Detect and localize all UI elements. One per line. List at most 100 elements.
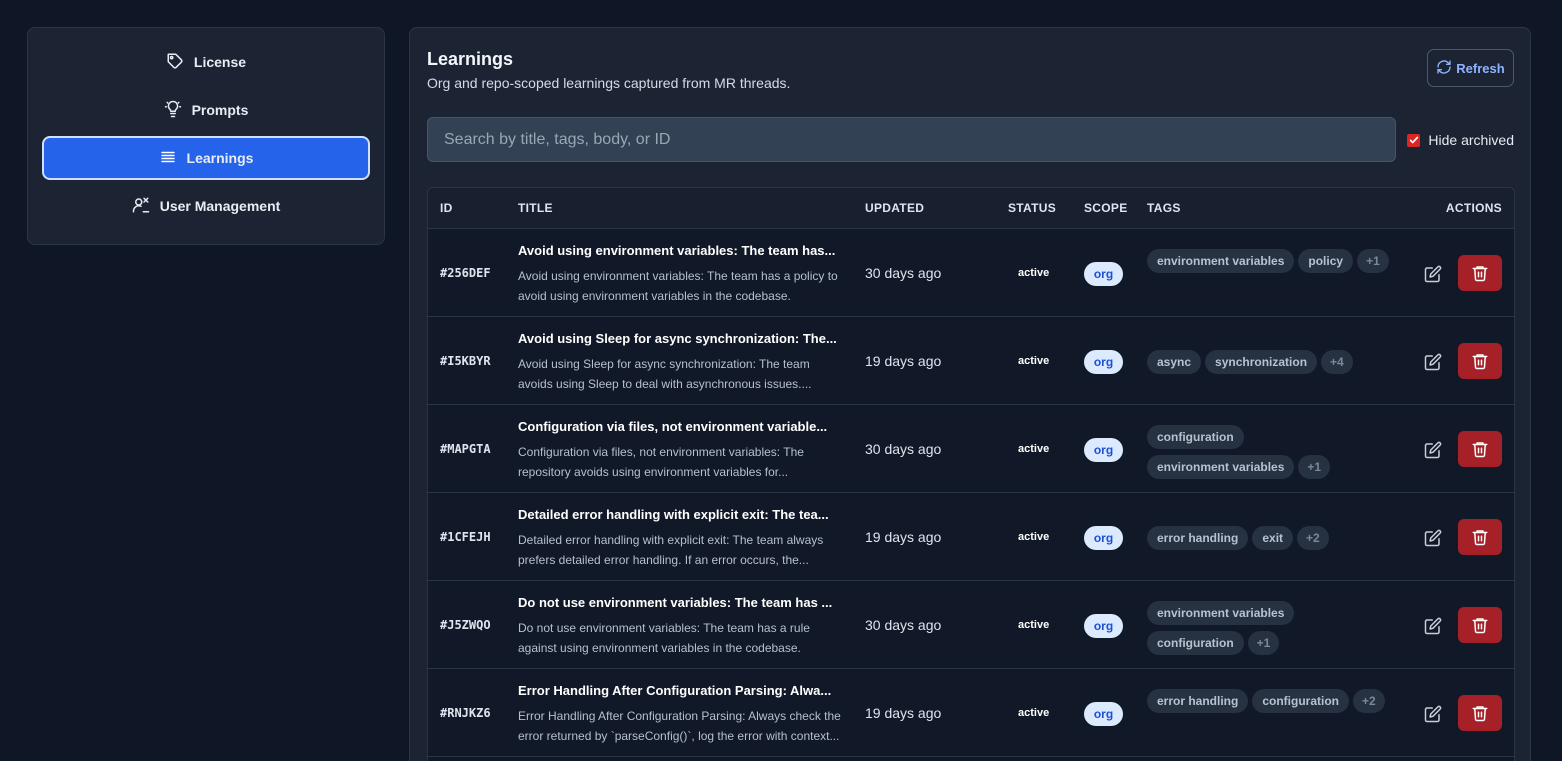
delete-button[interactable]	[1458, 695, 1502, 731]
table-row[interactable]: #MAPGTA Configuration via files, not env…	[428, 405, 1514, 493]
sidebar-item-learnings[interactable]: Learnings	[42, 136, 370, 180]
sidebar-item-label: User Management	[159, 198, 281, 214]
col-tags-header[interactable]: TAGS	[1147, 201, 1181, 215]
tag-more-count[interactable]: +1	[1298, 455, 1331, 479]
table-row[interactable]: #256DEF Avoid using environment variable…	[428, 229, 1514, 317]
hide-archived-toggle[interactable]: Hide archived	[1407, 132, 1514, 148]
tag-chip: error handling	[1147, 689, 1249, 713]
edit-icon	[1424, 617, 1442, 635]
sidebar-item-label: Prompts	[191, 102, 249, 118]
hide-archived-checkbox[interactable]	[1407, 133, 1421, 147]
learning-body: Error Handling After Configuration Parsi…	[518, 709, 841, 743]
trash-icon	[1472, 266, 1488, 282]
trash-icon	[1472, 442, 1488, 458]
tag-list: environment variables policy +1	[1147, 249, 1392, 273]
learning-updated: 19 days ago	[865, 705, 942, 721]
scope-badge: org	[1084, 262, 1123, 286]
col-status-header[interactable]: STATUS	[1008, 201, 1056, 215]
learning-title: Configuration via files, not environment…	[518, 419, 828, 434]
table-row[interactable]: #I5KBYR Avoid using Sleep for async sync…	[428, 317, 1514, 405]
status-badge: active	[1018, 531, 1050, 543]
edit-icon	[1424, 265, 1442, 283]
edit-button[interactable]	[1422, 439, 1444, 461]
trash-icon	[1472, 530, 1488, 546]
page-title: Learnings	[427, 49, 514, 69]
user-settings-icon	[132, 196, 150, 217]
learnings-table: ID TITLE UPDATED STATUS SCOPE TAGS ACTIO…	[427, 187, 1515, 761]
tag-chip: environment variables	[1147, 455, 1295, 479]
delete-button[interactable]	[1458, 343, 1502, 379]
scope-badge: org	[1084, 526, 1123, 550]
edit-icon	[1424, 441, 1442, 459]
learning-id: #RNJKZ6	[440, 706, 491, 720]
col-scope-header[interactable]: SCOPE	[1084, 201, 1128, 215]
scope-badge: org	[1084, 350, 1123, 374]
col-updated-header[interactable]: UPDATED	[865, 201, 924, 215]
edit-icon	[1424, 353, 1442, 371]
learning-updated: 30 days ago	[865, 441, 942, 457]
learning-id: #256DEF	[440, 266, 491, 280]
sidebar-nav: License Prompts Learnings User Managemen…	[27, 27, 385, 245]
refresh-label: Refresh	[1456, 60, 1505, 76]
table-row[interactable]: #J5ZWQO Do not use environment variables…	[428, 581, 1514, 669]
sidebar-item-prompts[interactable]: Prompts	[42, 88, 370, 132]
tag-more-count[interactable]: +2	[1353, 689, 1385, 713]
edit-icon	[1424, 529, 1442, 547]
tag-more-count[interactable]: +1	[1247, 631, 1280, 655]
tag-more-count[interactable]: +2	[1297, 526, 1329, 550]
tag-chip: configuration	[1147, 631, 1244, 655]
status-badge: active	[1018, 443, 1050, 455]
learning-title: Detailed error handling with explicit ex…	[518, 507, 829, 522]
lightbulb-icon	[164, 100, 182, 121]
sidebar-item-license[interactable]: License	[42, 40, 370, 84]
page-subtitle: Org and repo-scoped learnings captured f…	[427, 75, 791, 91]
search-input[interactable]	[427, 117, 1396, 162]
table-header: ID TITLE UPDATED STATUS SCOPE TAGS ACTIO…	[428, 188, 1514, 229]
tag-list: environment variables configuration +1	[1147, 601, 1392, 655]
edit-button[interactable]	[1422, 527, 1444, 549]
table-body: #256DEF Avoid using environment variable…	[428, 229, 1514, 757]
status-badge: active	[1018, 267, 1050, 279]
sidebar-item-user-management[interactable]: User Management	[42, 184, 370, 228]
learning-id: #I5KBYR	[440, 354, 491, 368]
col-title-header[interactable]: TITLE	[518, 201, 553, 215]
tag-chip: exit	[1252, 526, 1294, 550]
status-badge: active	[1018, 355, 1050, 367]
tag-icon	[166, 52, 184, 73]
col-actions-header: ACTIONS	[1445, 201, 1502, 215]
edit-button[interactable]	[1422, 351, 1444, 373]
learning-title: Error Handling After Configuration Parsi…	[518, 683, 832, 698]
learning-id: #J5ZWQO	[440, 618, 491, 632]
tag-more-count[interactable]: +1	[1357, 249, 1389, 273]
tag-list: error handling exit +2	[1147, 526, 1392, 550]
edit-button[interactable]	[1422, 263, 1444, 285]
learning-title: Avoid using Sleep for async synchronizat…	[518, 331, 837, 346]
tag-chip: environment variables	[1147, 601, 1295, 625]
tag-chip: policy	[1298, 249, 1354, 273]
trash-icon	[1472, 354, 1488, 370]
delete-button[interactable]	[1458, 607, 1502, 643]
learning-body: Configuration via files, not environment…	[518, 445, 804, 479]
learning-updated: 19 days ago	[865, 529, 942, 545]
tag-chip: error handling	[1147, 526, 1249, 550]
delete-button[interactable]	[1458, 431, 1502, 467]
table-row[interactable]: #RNJKZ6 Error Handling After Configurati…	[428, 669, 1514, 757]
delete-button[interactable]	[1458, 519, 1502, 555]
learning-updated: 30 days ago	[865, 265, 942, 281]
delete-button[interactable]	[1458, 255, 1502, 291]
learning-body: Avoid using Sleep for async synchronizat…	[518, 357, 812, 391]
edit-button[interactable]	[1422, 703, 1444, 725]
learning-body: Do not use environment variables: The te…	[518, 621, 810, 655]
hide-archived-label: Hide archived	[1428, 132, 1514, 148]
col-id-header[interactable]: ID	[440, 201, 453, 215]
scope-badge: org	[1084, 614, 1123, 638]
tag-chip: environment variables	[1147, 249, 1295, 273]
learning-updated: 30 days ago	[865, 617, 942, 633]
tag-more-count[interactable]: +4	[1321, 350, 1353, 374]
refresh-button[interactable]: Refresh	[1427, 49, 1514, 87]
edit-button[interactable]	[1422, 615, 1444, 637]
table-row[interactable]: #1CFEJH Detailed error handling with exp…	[428, 493, 1514, 581]
sidebar-item-label: License	[193, 54, 247, 70]
learning-title: Avoid using environment variables: The t…	[518, 243, 836, 258]
scope-badge: org	[1084, 438, 1123, 462]
